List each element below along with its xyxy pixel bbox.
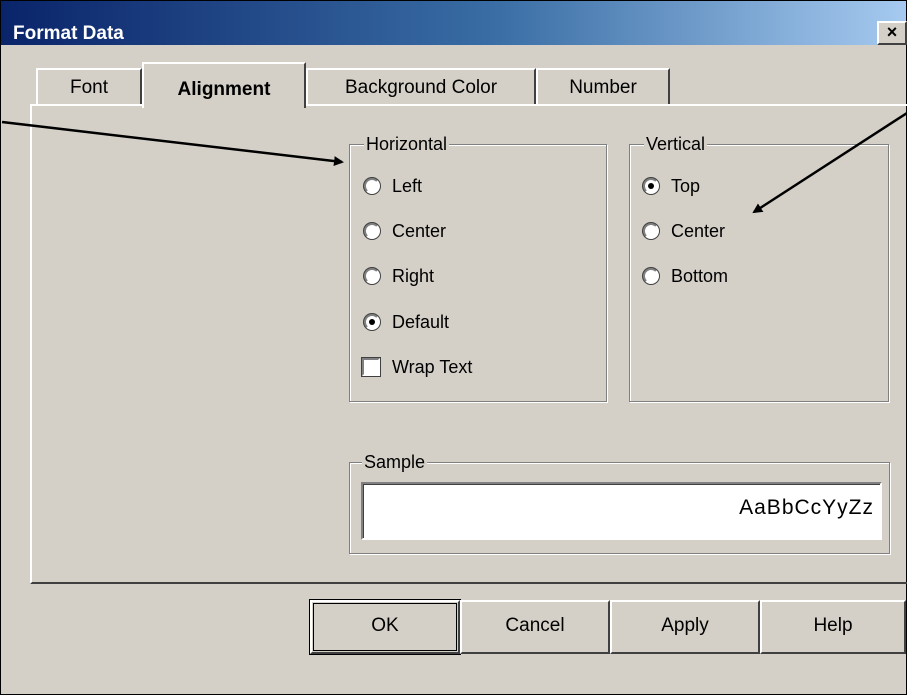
- radio-button[interactable]: [643, 268, 659, 284]
- tab-alignment[interactable]: Alignment: [142, 62, 306, 108]
- radio-button[interactable]: [643, 223, 659, 239]
- sample-text: AaBbCcYyZz: [739, 496, 874, 519]
- radio-button[interactable]: [364, 178, 380, 194]
- radio-horizontal-center[interactable]: Center: [364, 218, 446, 244]
- radio-label: Right: [392, 265, 435, 286]
- vertical-legend: Vertical: [644, 134, 708, 154]
- radio-horizontal-right[interactable]: Right: [364, 263, 434, 289]
- title-bar: Format Data ×: [1, 1, 907, 45]
- checkbox-label: Wrap Text: [392, 356, 473, 377]
- close-icon: ×: [886, 22, 898, 42]
- close-button[interactable]: ×: [877, 21, 907, 45]
- radio-vertical-center[interactable]: Center: [643, 218, 725, 244]
- radio-button[interactable]: [364, 268, 380, 284]
- radio-horizontal-default[interactable]: Default: [364, 309, 449, 335]
- help-button[interactable]: Help: [760, 600, 906, 654]
- apply-button[interactable]: Apply: [610, 600, 760, 654]
- radio-vertical-top[interactable]: Top: [643, 173, 700, 199]
- sample-legend: Sample: [362, 452, 428, 472]
- radio-label: Center: [392, 220, 447, 241]
- tab-background-color[interactable]: Background Color: [306, 68, 536, 104]
- radio-vertical-bottom[interactable]: Bottom: [643, 263, 728, 289]
- wrap-text-checkbox[interactable]: Wrap Text: [362, 354, 472, 380]
- radio-label: Top: [671, 175, 701, 196]
- radio-button[interactable]: [364, 223, 380, 239]
- horizontal-legend: Horizontal: [364, 134, 450, 154]
- cancel-button[interactable]: Cancel: [460, 600, 610, 654]
- radio-button-checked[interactable]: [643, 178, 659, 194]
- radio-button-checked[interactable]: [364, 314, 380, 330]
- radio-label: Bottom: [671, 265, 729, 286]
- sample-preview: AaBbCcYyZz: [361, 482, 882, 540]
- checkbox[interactable]: [362, 358, 380, 376]
- tab-font[interactable]: Font: [36, 68, 142, 104]
- ok-button[interactable]: OK: [310, 600, 460, 654]
- tab-number[interactable]: Number: [536, 68, 670, 104]
- radio-label: Center: [671, 220, 726, 241]
- window-title: Format Data: [13, 23, 124, 44]
- radio-horizontal-left[interactable]: Left: [364, 173, 422, 199]
- radio-label: Left: [392, 175, 423, 196]
- radio-label: Default: [392, 311, 450, 332]
